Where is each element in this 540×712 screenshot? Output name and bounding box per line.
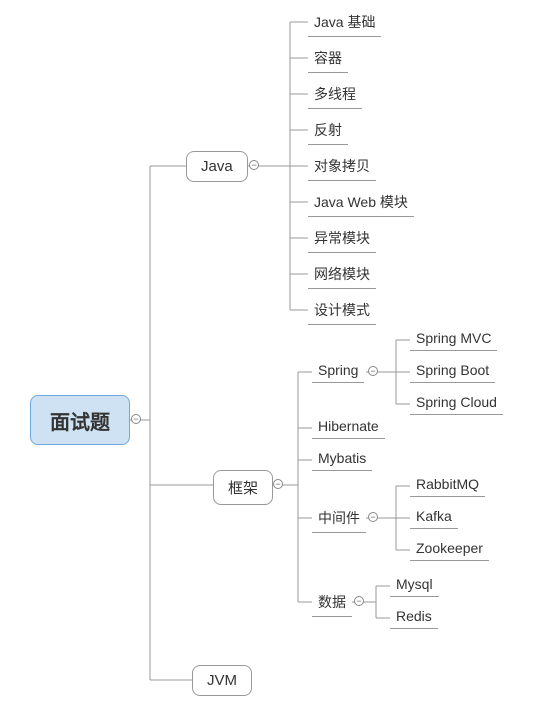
root-label: 面试题 [50, 406, 110, 435]
node-spring[interactable]: Spring [312, 358, 364, 383]
branch-framework-label: 框架 [228, 480, 258, 497]
leaf-spring-2[interactable]: Spring Cloud [410, 390, 503, 415]
collapse-icon[interactable]: − [273, 479, 283, 489]
leaf-data-0[interactable]: Mysql [390, 572, 439, 597]
leaf-java-1[interactable]: 容器 [308, 44, 348, 73]
branch-java[interactable]: Java [186, 151, 248, 182]
branch-framework[interactable]: 框架 [213, 470, 273, 505]
branch-java-label: Java [201, 158, 233, 175]
branch-jvm[interactable]: JVM [192, 665, 252, 696]
leaf-java-6[interactable]: 异常模块 [308, 224, 376, 253]
leaf-mw-2[interactable]: Zookeeper [410, 536, 489, 561]
leaf-data-1[interactable]: Redis [390, 604, 438, 629]
node-middleware[interactable]: 中间件 [312, 504, 366, 533]
branch-jvm-label: JVM [207, 672, 237, 689]
leaf-java-2[interactable]: 多线程 [308, 80, 362, 109]
leaf-mw-1[interactable]: Kafka [410, 504, 458, 529]
collapse-icon[interactable]: − [249, 160, 259, 170]
root-node[interactable]: 面试题 [30, 395, 130, 445]
leaf-java-4[interactable]: 对象拷贝 [308, 152, 376, 181]
collapse-icon[interactable]: − [131, 414, 141, 424]
leaf-java-5[interactable]: Java Web 模块 [308, 188, 414, 217]
collapse-icon[interactable]: − [354, 596, 364, 606]
leaf-java-8[interactable]: 设计模式 [308, 296, 376, 325]
leaf-spring-1[interactable]: Spring Boot [410, 358, 495, 383]
node-data[interactable]: 数据 [312, 588, 352, 617]
collapse-icon[interactable]: − [368, 512, 378, 522]
node-hibernate[interactable]: Hibernate [312, 414, 385, 439]
collapse-icon[interactable]: − [368, 366, 378, 376]
leaf-java-3[interactable]: 反射 [308, 116, 348, 145]
node-mybatis[interactable]: Mybatis [312, 446, 372, 471]
leaf-java-0[interactable]: Java 基础 [308, 8, 381, 37]
leaf-java-7[interactable]: 网络模块 [308, 260, 376, 289]
leaf-mw-0[interactable]: RabbitMQ [410, 472, 485, 497]
leaf-spring-0[interactable]: Spring MVC [410, 326, 497, 351]
